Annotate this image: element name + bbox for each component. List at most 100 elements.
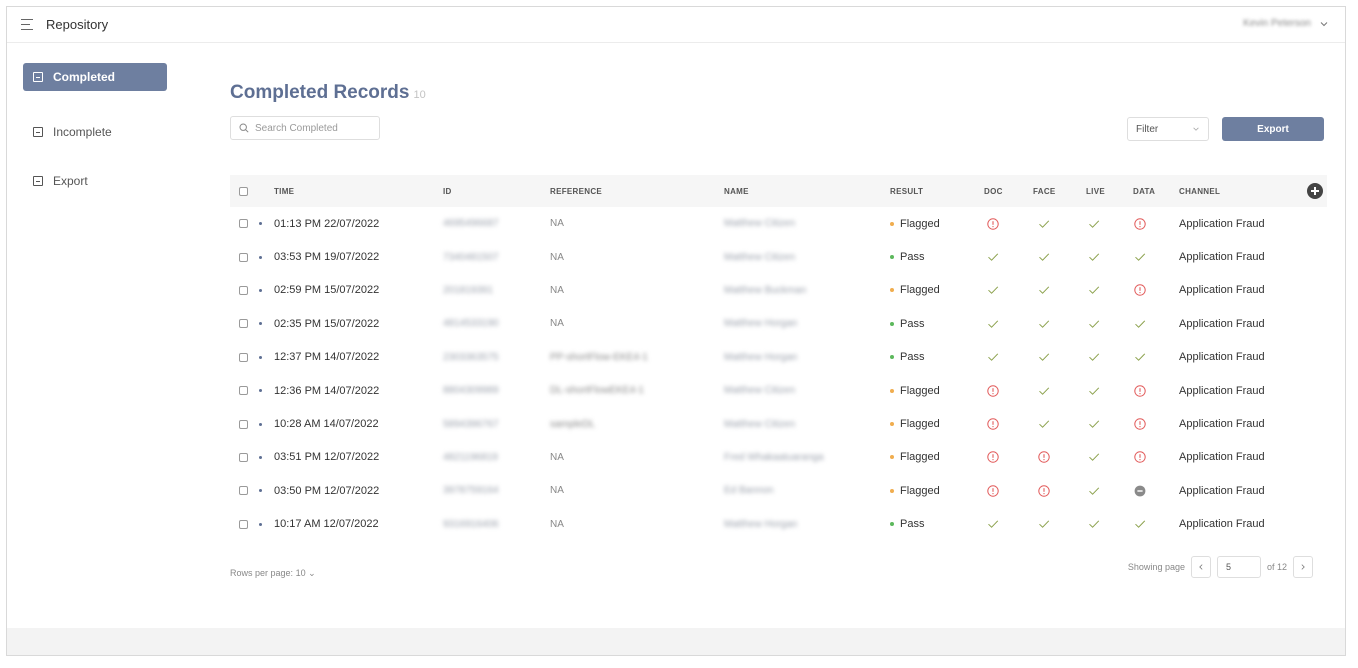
table-row[interactable]: 10:28 AM 14/07/2022 5894396767 sampleDL Mat… <box>230 407 1327 440</box>
table-row[interactable]: 12:36 PM 14/07/2022 8804309989 DL-shortFlo… <box>230 374 1327 407</box>
cell-name: Matthew Citizen <box>724 251 796 263</box>
header-channel[interactable]: CHANNEL <box>1179 175 1220 207</box>
header-time[interactable]: TIME <box>274 175 294 207</box>
cell-live <box>1087 207 1101 240</box>
sidebar-item-export[interactable]: Export <box>23 167 167 195</box>
row-checkbox[interactable] <box>239 252 248 262</box>
chevron-down-icon <box>1193 127 1199 131</box>
check-icon <box>1133 350 1147 364</box>
cell-face <box>1037 207 1051 240</box>
cell-id: 201819391 <box>443 284 494 296</box>
export-button[interactable]: Export <box>1222 117 1324 141</box>
hamburger-icon[interactable] <box>21 19 33 30</box>
header-live[interactable]: LIVE <box>1086 175 1105 207</box>
cell-time: 01:13 PM 22/07/2022 <box>274 217 380 230</box>
sidebar-item-label: Incomplete <box>53 125 112 139</box>
result-dot <box>890 388 894 393</box>
row-select-cell <box>239 441 248 474</box>
search-box[interactable] <box>230 116 380 140</box>
sidebar: Completed Incomplete Export <box>7 43 182 630</box>
sidebar-item-label: Export <box>53 174 88 188</box>
table-row[interactable]: 02:35 PM 15/07/2022 4814533190 NA Matthew H… <box>230 307 1327 340</box>
row-checkbox[interactable] <box>239 285 248 295</box>
check-icon <box>1133 250 1147 264</box>
cell-reference: sampleDL <box>550 418 596 430</box>
header-doc[interactable]: DOC <box>984 175 1003 207</box>
cell-id: 5894396767 <box>443 418 499 430</box>
alert-circle-icon <box>986 417 1000 431</box>
row-marker-cell <box>259 474 262 507</box>
page-number-input[interactable] <box>1216 556 1261 578</box>
header-id[interactable]: ID <box>443 175 452 207</box>
header-data[interactable]: DATA <box>1133 175 1155 207</box>
row-select-cell <box>239 207 248 240</box>
row-select-cell <box>239 508 248 541</box>
check-icon <box>1037 250 1051 264</box>
result-dot <box>890 422 894 427</box>
table-row[interactable]: 03:53 PM 19/07/2022 7340481507 NA Matthew C… <box>230 240 1327 273</box>
alert-circle-icon <box>1037 450 1051 464</box>
row-indicator-dot <box>259 322 262 326</box>
cell-id: 9316916406 <box>443 518 499 530</box>
header-reference[interactable]: REFERENCE <box>550 175 602 207</box>
header-name[interactable]: NAME <box>724 175 749 207</box>
row-checkbox[interactable] <box>239 352 248 362</box>
check-icon <box>986 317 1000 331</box>
cell-id: 3978759164 <box>443 485 499 497</box>
rows-per-page[interactable]: Rows per page: 10 ⌄ <box>230 568 316 579</box>
sidebar-item-incomplete[interactable]: Incomplete <box>23 118 167 146</box>
cell-doc <box>986 508 1000 541</box>
next-page-button[interactable] <box>1293 556 1313 578</box>
row-checkbox[interactable] <box>239 319 248 329</box>
row-checkbox[interactable] <box>239 486 248 496</box>
row-select-cell <box>239 274 248 307</box>
row-checkbox[interactable] <box>239 519 248 529</box>
filter-select[interactable]: Filter <box>1127 117 1209 141</box>
select-all-cell <box>239 175 248 207</box>
cell-reference: NA <box>550 218 564 230</box>
check-icon <box>1037 417 1051 431</box>
select-all-checkbox[interactable] <box>239 186 248 196</box>
search-input[interactable] <box>255 122 365 134</box>
row-marker-cell <box>259 407 262 440</box>
result-dot <box>890 455 894 460</box>
pagination: Showing page of 12 <box>1128 556 1313 578</box>
result-dot <box>890 355 894 360</box>
cell-doc <box>986 441 1000 474</box>
rows-per-page-label: Rows per page: <box>230 568 294 578</box>
table-row[interactable]: 03:50 PM 12/07/2022 3978759164 NA Ed Bannon… <box>230 474 1327 507</box>
header-result[interactable]: RESULT <box>890 175 923 207</box>
cell-reference: PP-shortFlow-EKE4-1 <box>550 351 648 363</box>
cell-id: 8804309989 <box>443 385 499 397</box>
user-menu[interactable]: Kevin Peterson <box>1243 18 1329 29</box>
table-row[interactable]: 03:51 PM 12/07/2022 4821196819 NA Fred Whak… <box>230 441 1327 474</box>
prev-page-button[interactable] <box>1190 556 1211 578</box>
result-label: Flagged <box>900 384 940 397</box>
row-indicator-dot <box>259 355 262 359</box>
cell-data <box>1133 474 1147 507</box>
table-row[interactable]: 10:17 AM 12/07/2022 9316916406 NA Matthew H… <box>230 508 1327 541</box>
add-column-button[interactable] <box>1307 183 1323 199</box>
table-row[interactable]: 02:59 PM 15/07/2022 201819391 NA Matthew Bu… <box>230 274 1327 307</box>
row-checkbox[interactable] <box>239 386 248 396</box>
check-icon <box>1037 350 1051 364</box>
cell-channel: Application Fraud <box>1179 451 1265 464</box>
row-checkbox[interactable] <box>239 219 248 229</box>
sidebar-item-completed[interactable]: Completed <box>23 63 167 91</box>
row-indicator-dot <box>259 222 262 226</box>
table-row[interactable]: 01:13 PM 22/07/2022 4695496687 NA Matthew C… <box>230 207 1327 240</box>
row-checkbox[interactable] <box>239 419 248 429</box>
cell-face <box>1037 374 1051 407</box>
result-label: Flagged <box>900 484 940 497</box>
cell-time: 02:59 PM 15/07/2022 <box>274 284 380 297</box>
header-face[interactable]: FACE <box>1033 175 1056 207</box>
table-row[interactable]: 12:37 PM 14/07/2022 2303363575 PP-shortFlo… <box>230 341 1327 374</box>
page-title-text: Completed Records <box>230 82 410 103</box>
row-select-cell <box>239 240 248 273</box>
alert-circle-icon <box>1133 283 1147 297</box>
cell-channel: Application Fraud <box>1179 217 1265 230</box>
row-marker-cell <box>259 441 262 474</box>
result-dot <box>890 488 894 493</box>
chevron-down-icon <box>1320 21 1328 26</box>
row-checkbox[interactable] <box>239 452 248 462</box>
